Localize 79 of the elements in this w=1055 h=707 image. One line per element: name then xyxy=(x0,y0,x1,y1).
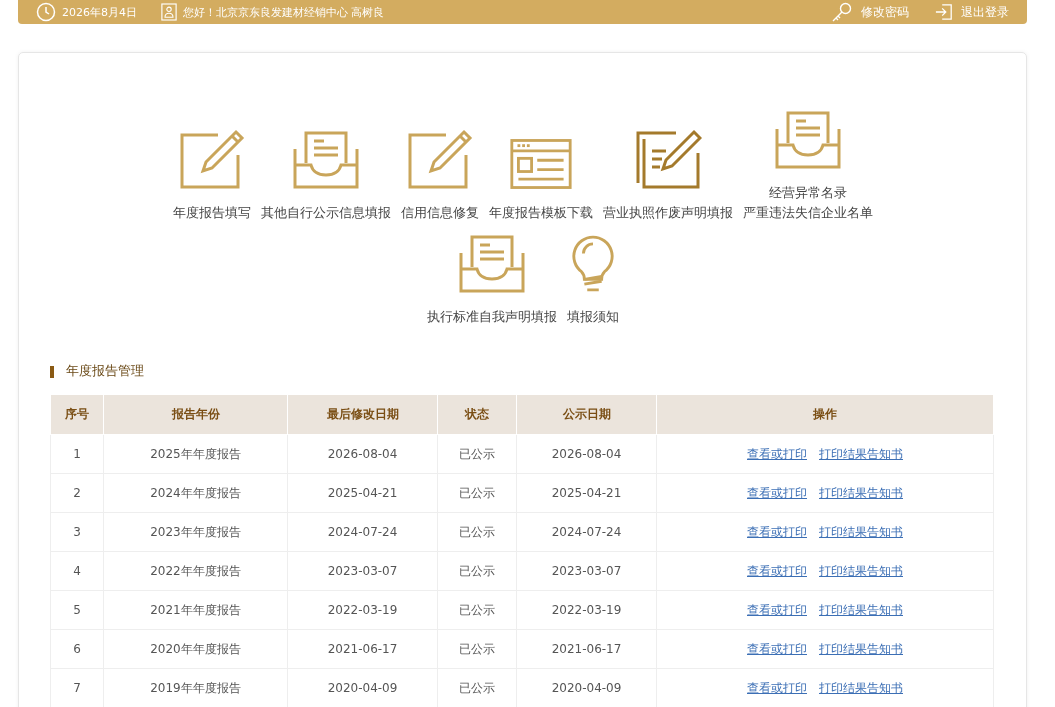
table-cell: 5 xyxy=(50,590,104,630)
table-cell: 已公示 xyxy=(437,590,517,630)
table-cell: 2021年年度报告 xyxy=(103,590,288,630)
table-cell: 2022-03-19 xyxy=(287,590,438,630)
table-cell: 2024-07-24 xyxy=(287,512,438,552)
table-cell: 2026-08-04 xyxy=(516,434,657,474)
table-cell: 2025-04-21 xyxy=(516,473,657,513)
shortcut-label: 填报须知 xyxy=(566,308,619,326)
shortcut-item[interactable]: 经营异常名录 严重违法失信企业名单 xyxy=(742,109,873,223)
table-cell: 2020年年度报告 xyxy=(103,629,288,669)
table-cell: 2023-03-07 xyxy=(516,551,657,591)
column-header: 最后修改日期 xyxy=(287,394,438,435)
table-cell: 已公示 xyxy=(437,473,517,513)
table-link[interactable]: 查看或打印 xyxy=(747,641,807,656)
table-cell: 2024年年度报告 xyxy=(103,473,288,513)
inbox-icon xyxy=(457,233,526,295)
shortcut-item[interactable]: 填报须知 xyxy=(566,233,619,327)
shortcut-label: 执行标准自我声明填报 xyxy=(426,308,557,326)
table-link[interactable]: 查看或打印 xyxy=(747,524,807,539)
table-cell: 4 xyxy=(50,551,104,591)
greeting-text: 您好！北京京东良发建材经销中心 高树良 xyxy=(183,4,385,20)
section-marker xyxy=(50,365,54,378)
table-cell: 6 xyxy=(50,629,104,669)
table-link[interactable]: 查看或打印 xyxy=(747,485,807,500)
table-link[interactable]: 查看或打印 xyxy=(747,446,807,461)
table-cell: 2025-04-21 xyxy=(287,473,438,513)
table-cell: 2026-08-04 xyxy=(287,434,438,474)
column-header: 公示日期 xyxy=(516,394,657,435)
table-cell: 2022-03-19 xyxy=(516,590,657,630)
browser-window-icon xyxy=(508,137,573,191)
table-cell: 2021-06-17 xyxy=(287,629,438,669)
table-cell: 2023年年度报告 xyxy=(103,512,288,552)
inbox-icon xyxy=(291,129,360,191)
table-cell: 已公示 xyxy=(437,512,517,552)
table-cell: 已公示 xyxy=(437,551,517,591)
key-icon xyxy=(831,1,853,23)
shortcut-label: 信用信息修复 xyxy=(400,204,479,222)
table-link[interactable]: 打印结果告知书 xyxy=(819,446,903,461)
shortcut-item[interactable]: 其他自行公示信息填报 xyxy=(260,129,391,223)
shortcut-label: 年度报告模板下载 xyxy=(488,204,593,222)
section-title: 年度报告管理 xyxy=(66,363,144,380)
table-link[interactable]: 查看或打印 xyxy=(747,563,807,578)
table-cell: 2022年年度报告 xyxy=(103,551,288,591)
table-link[interactable]: 查看或打印 xyxy=(747,680,807,695)
column-header: 状态 xyxy=(437,394,517,435)
date-text: 2026年8月4日 xyxy=(62,4,137,20)
inbox-icon xyxy=(773,109,842,171)
column-header: 序号 xyxy=(50,394,104,435)
table-link[interactable]: 打印结果告知书 xyxy=(819,641,903,656)
shortcut-item[interactable]: 信用信息修复 xyxy=(400,129,479,223)
shortcut-label: 年度报告填写 xyxy=(172,204,251,222)
table-link[interactable]: 打印结果告知书 xyxy=(819,563,903,578)
table-cell: 2023-03-07 xyxy=(287,551,438,591)
shortcut-label: 经营异常名录 严重违法失信企业名单 xyxy=(742,184,873,222)
table-cell: 7 xyxy=(50,668,104,707)
table-link[interactable]: 打印结果告知书 xyxy=(819,602,903,617)
shortcut-item[interactable]: 年度报告填写 xyxy=(172,129,251,223)
table-cell: 2024-07-24 xyxy=(516,512,657,552)
logout-icon xyxy=(935,3,953,21)
table-cell: 2025年年度报告 xyxy=(103,434,288,474)
shortcut-label: 营业执照作废声明填报 xyxy=(602,204,733,222)
table-link[interactable]: 打印结果告知书 xyxy=(819,680,903,695)
column-header: 报告年份 xyxy=(103,394,288,435)
user-icon xyxy=(161,3,177,21)
table-link[interactable]: 查看或打印 xyxy=(747,602,807,617)
shortcut-item[interactable]: 营业执照作废声明填报 xyxy=(602,129,733,223)
table-link[interactable]: 打印结果告知书 xyxy=(819,524,903,539)
shortcut-item[interactable]: 年度报告模板下载 xyxy=(488,137,593,223)
table-link[interactable]: 打印结果告知书 xyxy=(819,485,903,500)
table-cell: 已公示 xyxy=(437,434,517,474)
table-cell: 已公示 xyxy=(437,629,517,669)
table-cell: 1 xyxy=(50,434,104,474)
table-cell: 2021-06-17 xyxy=(516,629,657,669)
clock-icon xyxy=(36,2,56,22)
table-cell: 3 xyxy=(50,512,104,552)
shortcut-label: 其他自行公示信息填报 xyxy=(260,204,391,222)
table-cell: 2 xyxy=(50,473,104,513)
shortcut-item[interactable]: 执行标准自我声明填报 xyxy=(426,233,557,327)
column-header: 操作 xyxy=(656,394,994,435)
